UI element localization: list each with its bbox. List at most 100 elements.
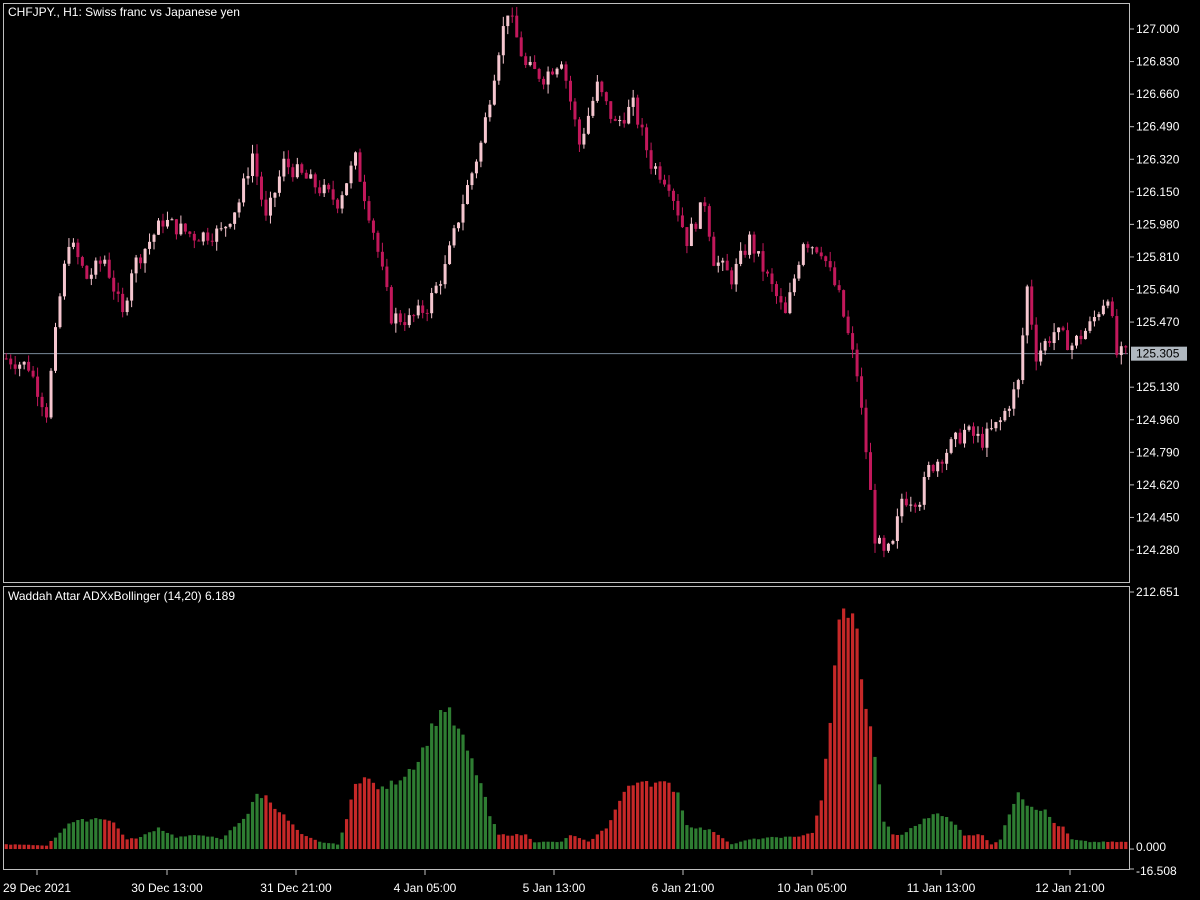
histogram-bar [1034, 809, 1038, 850]
histogram-bar [143, 834, 147, 850]
candle-body [457, 222, 461, 229]
histogram-bar [962, 835, 967, 850]
histogram-bar [434, 725, 438, 850]
histogram-bar [694, 828, 698, 850]
histogram-bar [922, 818, 926, 850]
candle-body [537, 68, 541, 79]
histogram-bar [1101, 841, 1105, 850]
histogram-bar [868, 726, 873, 850]
histogram-bar [1016, 792, 1020, 850]
price-tick-label: 125.980 [1136, 217, 1180, 231]
histogram-bar [362, 777, 367, 850]
candle-body [121, 293, 125, 313]
candle-body [295, 164, 299, 178]
candle-body [58, 296, 62, 328]
candle-body [1119, 346, 1123, 356]
candle-body [510, 15, 514, 17]
candle-body [152, 234, 156, 242]
candle-body [824, 256, 828, 262]
histogram-bar [134, 838, 138, 850]
histogram-bar [931, 814, 935, 850]
candle-body [909, 504, 913, 506]
candle-body [139, 257, 143, 264]
histogram-bar [721, 838, 725, 850]
chart-background [0, 0, 1200, 900]
candle-body [586, 115, 590, 134]
histogram-bar [680, 810, 685, 850]
price-tick-label: 125.470 [1136, 315, 1180, 329]
candle-body [1092, 317, 1096, 322]
histogram-bar [900, 834, 904, 850]
candle-body [676, 200, 680, 216]
histogram-bar [371, 782, 376, 850]
candle-body [251, 153, 255, 177]
candle-body [918, 504, 922, 507]
histogram-bar [488, 816, 492, 850]
histogram-bar [250, 801, 255, 850]
histogram-bar [407, 768, 411, 850]
candle-body [380, 251, 384, 267]
histogram-bar [27, 844, 31, 850]
price-tick-label: 126.490 [1136, 120, 1180, 134]
candle-body [855, 349, 859, 377]
candle-body [492, 80, 496, 105]
histogram-bar [412, 769, 416, 850]
candle-body [242, 178, 246, 203]
candle-body [555, 68, 559, 75]
histogram-bar [752, 838, 756, 850]
histogram-bar [792, 836, 796, 850]
candle-body [703, 202, 707, 207]
candle-body [53, 327, 57, 371]
histogram-bar [447, 707, 452, 850]
candle-body [989, 428, 993, 430]
candle-body [864, 407, 868, 453]
histogram-bar [228, 830, 232, 850]
histogram-bar [568, 835, 573, 850]
histogram-bar [461, 734, 465, 850]
candle-body [1110, 301, 1114, 317]
candle-body [479, 142, 483, 162]
candle-body [774, 284, 778, 297]
histogram-bar [107, 820, 111, 850]
histogram-bar [689, 827, 693, 850]
histogram-bar [331, 843, 335, 850]
histogram-bar [913, 825, 917, 850]
histogram-bar [645, 781, 649, 850]
histogram-bar [452, 725, 456, 850]
candle-body [680, 215, 684, 228]
histogram-bar [837, 619, 841, 850]
histogram-bar [873, 756, 877, 850]
histogram-bar [550, 841, 555, 850]
candle-body [851, 333, 855, 350]
histogram-bar [282, 814, 286, 850]
histogram-bar [515, 834, 519, 850]
candle-body [788, 292, 792, 314]
candle-body [618, 120, 622, 122]
histogram-bar [640, 781, 644, 850]
candle-body [542, 78, 546, 85]
candle-body [130, 273, 134, 301]
candle-body [268, 197, 272, 216]
price-tick-label: 125.640 [1136, 283, 1180, 297]
candle-body [94, 260, 98, 275]
candle-body [416, 305, 420, 316]
candle-body [206, 232, 210, 241]
histogram-bar [1106, 841, 1110, 850]
price-tick-label: 124.280 [1136, 543, 1180, 557]
histogram-bar [1070, 839, 1074, 850]
histogram-bar [138, 837, 143, 850]
candle-body [219, 228, 223, 230]
candle-body [873, 489, 877, 544]
candle-body [389, 287, 393, 324]
histogram-bar [398, 780, 402, 850]
candle-body [470, 173, 474, 186]
candle-body [425, 312, 429, 314]
histogram-bar [609, 820, 613, 850]
candle-body [734, 263, 738, 285]
candle-body [721, 260, 725, 263]
price-tick-label: 126.660 [1136, 87, 1180, 101]
candle-body [698, 202, 702, 229]
histogram-bar [1124, 841, 1128, 850]
histogram-bar [976, 834, 980, 850]
candle-body [1070, 345, 1074, 351]
